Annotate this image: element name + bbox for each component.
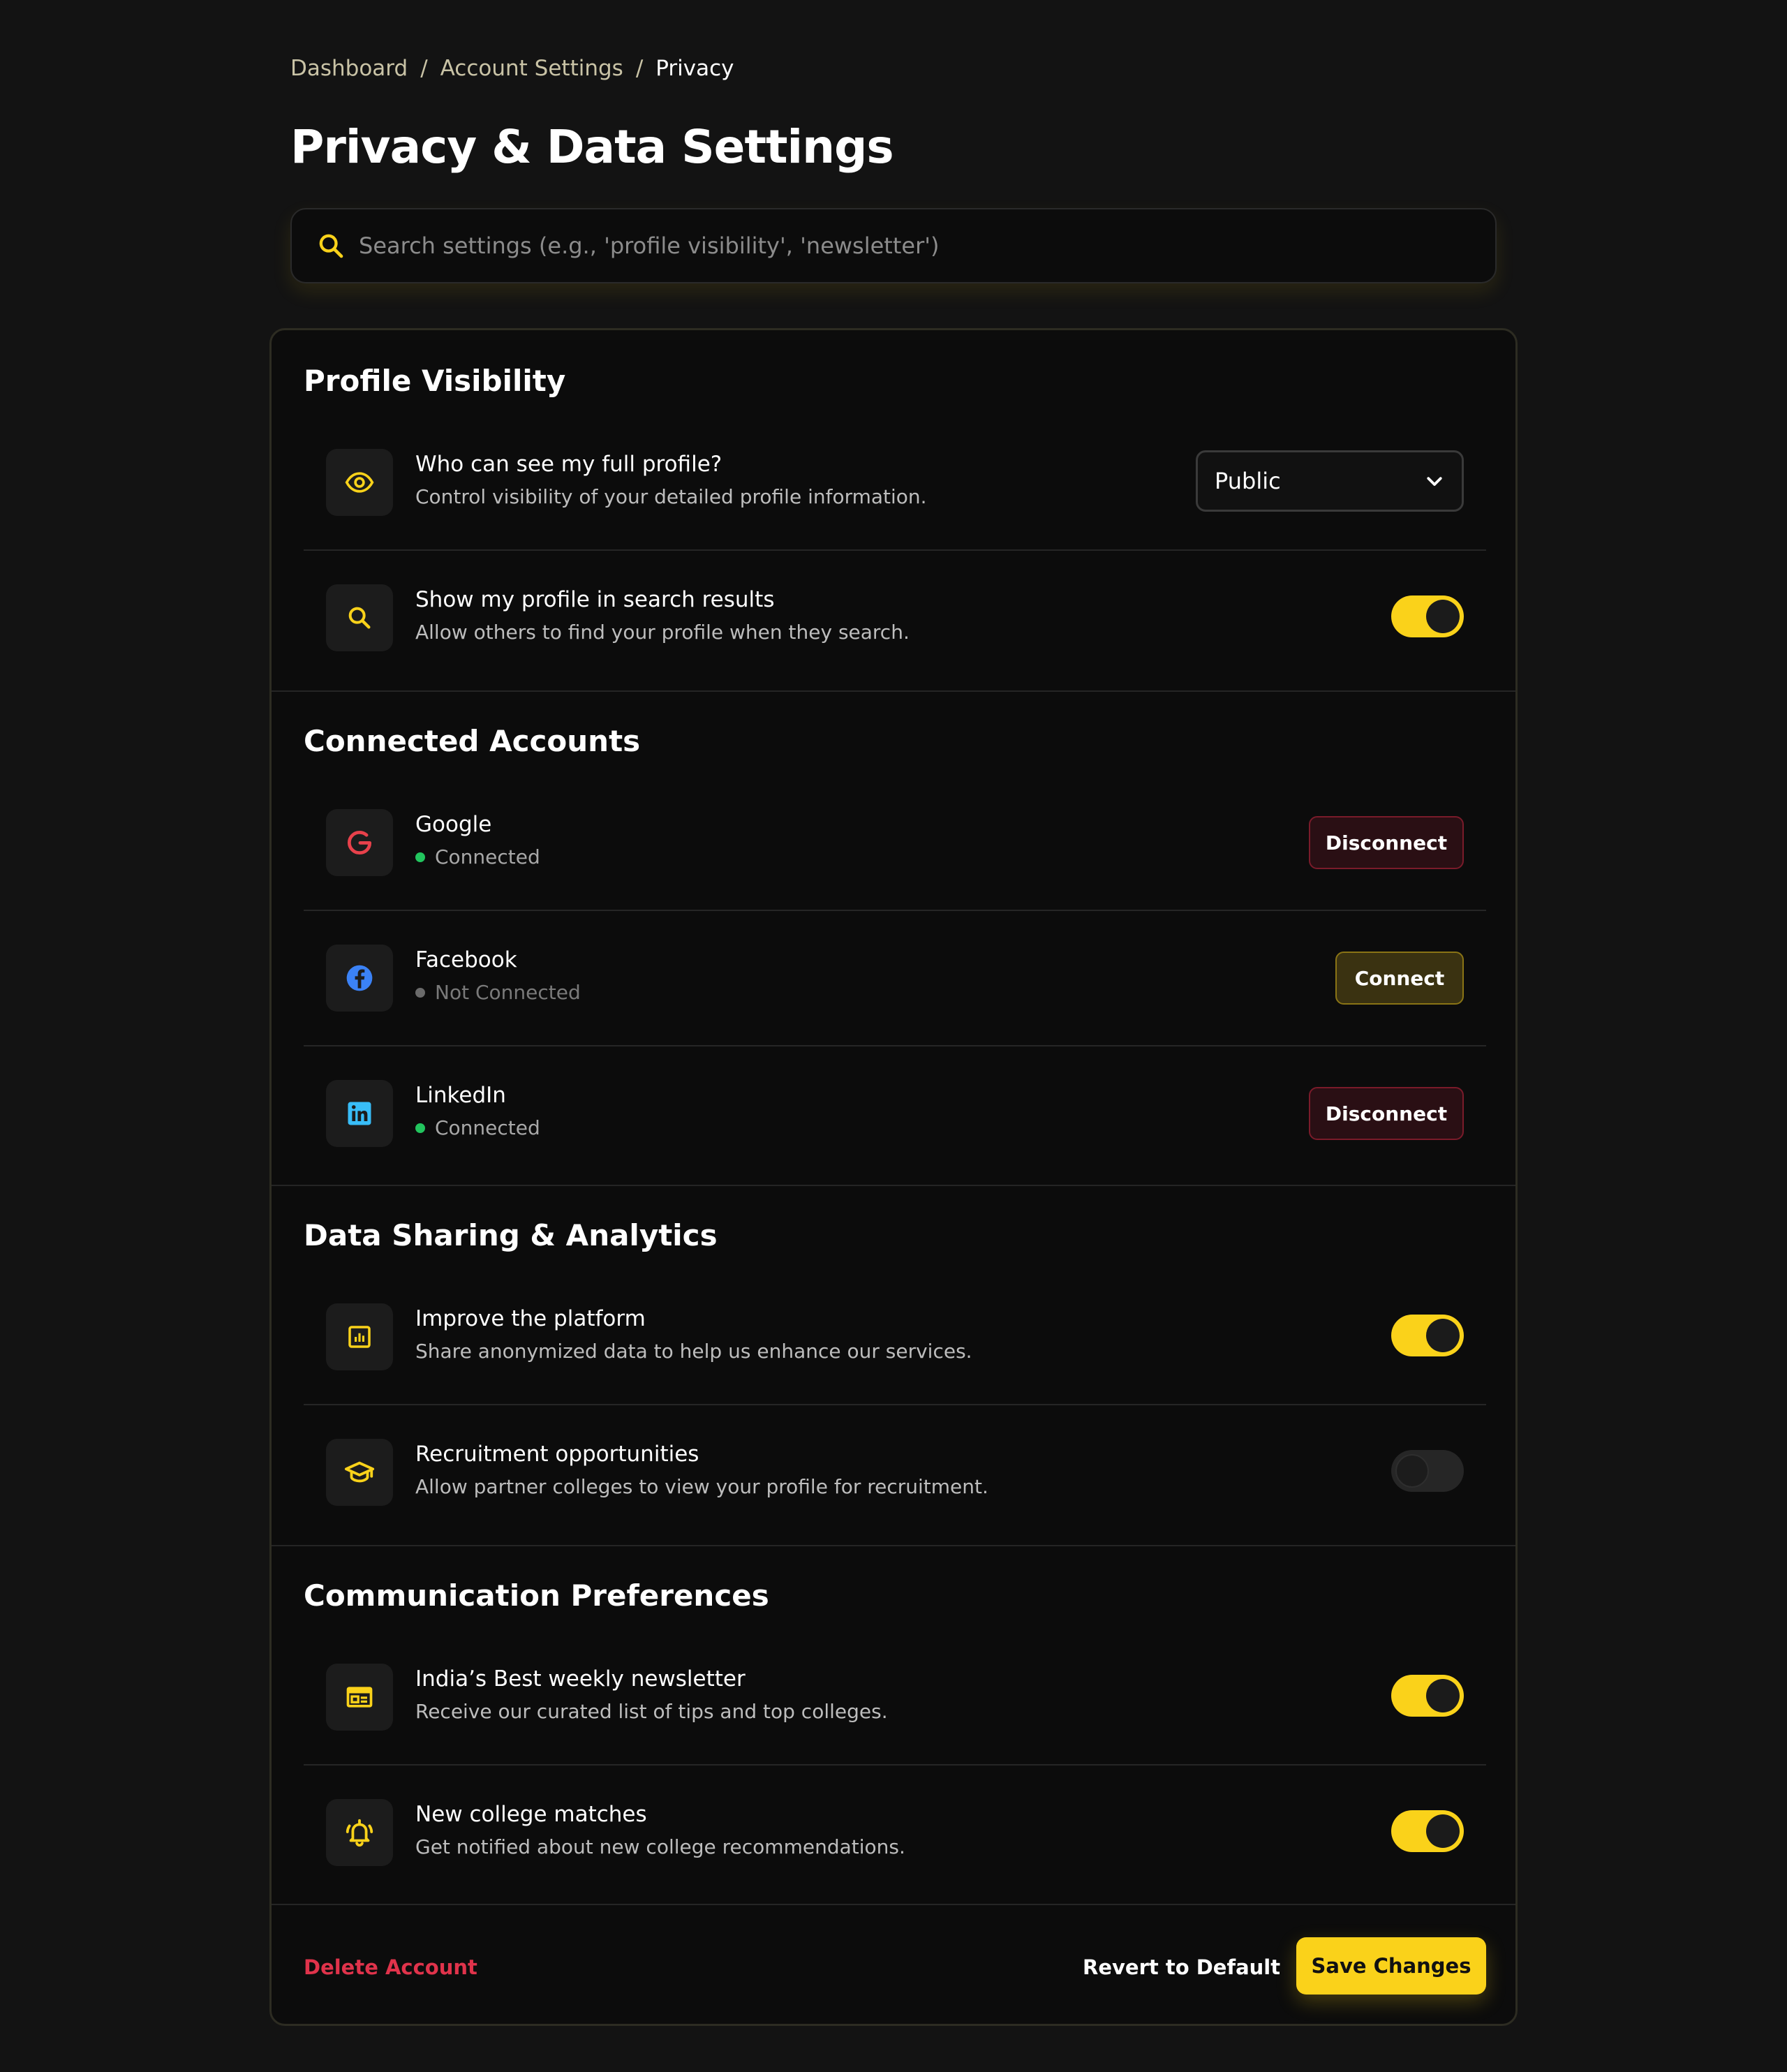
section-title: Communication Preferences: [304, 1578, 769, 1613]
section-data-sharing: Data Sharing & Analytics Improve the pla…: [272, 1185, 1515, 1545]
connection-status: Not Connected: [415, 981, 581, 1004]
chevron-down-icon: [1427, 477, 1442, 486]
status-dot: [415, 852, 425, 862]
bell-icon: [326, 1799, 393, 1866]
graduation-cap-icon: [326, 1439, 393, 1506]
section-connected-accounts: Connected Accounts Google Connected Disc…: [272, 690, 1515, 1185]
setting-label: India’s Best weekly newsletter: [415, 1666, 746, 1692]
setting-label: Improve the platform: [415, 1306, 646, 1331]
toggle-knob: [1426, 1814, 1460, 1848]
eye-icon: [326, 449, 393, 516]
page-title: Privacy & Data Settings: [290, 120, 894, 174]
save-changes-button[interactable]: Save Changes: [1296, 1937, 1486, 1995]
facebook-connect-button[interactable]: Connect: [1335, 952, 1464, 1005]
setting-description: Receive our curated list of tips and top…: [415, 1700, 888, 1723]
toggle-knob: [1395, 1454, 1429, 1488]
newsletter-toggle[interactable]: [1391, 1675, 1464, 1717]
section-title: Connected Accounts: [304, 724, 641, 758]
setting-row-college-matches: New college matches Get notified about n…: [304, 1766, 1486, 1901]
account-name: Google: [415, 812, 492, 837]
section-profile-visibility: Profile Visibility Who can see my full p…: [272, 330, 1515, 690]
select-value: Public: [1215, 468, 1281, 494]
section-title: Profile Visibility: [304, 364, 566, 398]
search-results-toggle[interactable]: [1391, 595, 1464, 637]
privacy-settings-page: Dashboard / Account Settings / Privacy P…: [0, 0, 1787, 2072]
setting-description: Allow partner colleges to view your prof…: [415, 1475, 988, 1498]
settings-footer: Delete Account Revert to Default Save Ch…: [272, 1904, 1515, 2024]
breadcrumb-privacy: Privacy: [655, 56, 734, 81]
revert-to-default-button[interactable]: Revert to Default: [1083, 1955, 1280, 1979]
setting-row-newsletter: India’s Best weekly newsletter Receive o…: [304, 1630, 1486, 1766]
setting-row-search-results: Show my profile in search results Allow …: [304, 551, 1486, 686]
status-text: Not Connected: [435, 981, 581, 1004]
google-disconnect-button[interactable]: Disconnect: [1309, 816, 1464, 869]
setting-description: Allow others to find your profile when t…: [415, 621, 910, 644]
account-row-facebook: Facebook Not Connected Connect: [304, 911, 1486, 1046]
setting-description: Share anonymized data to help us enhance…: [415, 1340, 972, 1363]
setting-label: Show my profile in search results: [415, 587, 775, 612]
search-icon: [319, 234, 343, 258]
status-dot: [415, 1123, 425, 1133]
breadcrumb: Dashboard / Account Settings / Privacy: [290, 56, 734, 81]
account-row-linkedin: LinkedIn Connected Disconnect: [304, 1046, 1486, 1182]
linkedin-icon: [326, 1080, 393, 1147]
setting-description: Control visibility of your detailed prof…: [415, 485, 927, 508]
setting-label: Recruitment opportunities: [415, 1442, 699, 1467]
analytics-icon: [326, 1303, 393, 1370]
setting-description: Get notified about new college recommend…: [415, 1835, 905, 1858]
toggle-knob: [1426, 1679, 1460, 1712]
search-input[interactable]: [359, 218, 1495, 274]
status-dot: [415, 987, 425, 998]
breadcrumb-separator: /: [420, 56, 428, 81]
account-row-google: Google Connected Disconnect: [304, 776, 1486, 911]
breadcrumb-separator: /: [635, 56, 644, 81]
breadcrumb-dashboard[interactable]: Dashboard: [290, 56, 408, 81]
connection-status: Connected: [415, 1116, 540, 1139]
search-icon: [326, 584, 393, 651]
status-text: Connected: [435, 845, 540, 868]
connection-status: Connected: [415, 845, 540, 868]
newspaper-icon: [326, 1664, 393, 1731]
recruitment-toggle[interactable]: [1391, 1450, 1464, 1492]
setting-row-recruitment: Recruitment opportunities Allow partner …: [304, 1405, 1486, 1541]
delete-account-button[interactable]: Delete Account: [304, 1955, 477, 1979]
facebook-icon: [326, 945, 393, 1012]
setting-label: New college matches: [415, 1802, 647, 1827]
settings-card: Profile Visibility Who can see my full p…: [269, 328, 1518, 2026]
setting-row-full-profile: Who can see my full profile? Control vis…: [304, 415, 1486, 551]
account-name: Facebook: [415, 947, 517, 972]
setting-label: Who can see my full profile?: [415, 452, 722, 477]
settings-search-bar[interactable]: [290, 208, 1497, 283]
section-communication: Communication Preferences India’s Best w…: [272, 1545, 1515, 1904]
college-matches-toggle[interactable]: [1391, 1810, 1464, 1852]
google-icon: [326, 809, 393, 876]
section-title: Data Sharing & Analytics: [304, 1218, 718, 1252]
toggle-knob: [1426, 600, 1460, 633]
profile-visibility-select[interactable]: Public: [1196, 450, 1464, 512]
linkedin-disconnect-button[interactable]: Disconnect: [1309, 1087, 1464, 1140]
breadcrumb-account-settings[interactable]: Account Settings: [440, 56, 623, 81]
toggle-knob: [1426, 1319, 1460, 1352]
account-name: LinkedIn: [415, 1083, 506, 1108]
improve-platform-toggle[interactable]: [1391, 1315, 1464, 1356]
setting-row-improve-platform: Improve the platform Share anonymized da…: [304, 1270, 1486, 1405]
status-text: Connected: [435, 1116, 540, 1139]
